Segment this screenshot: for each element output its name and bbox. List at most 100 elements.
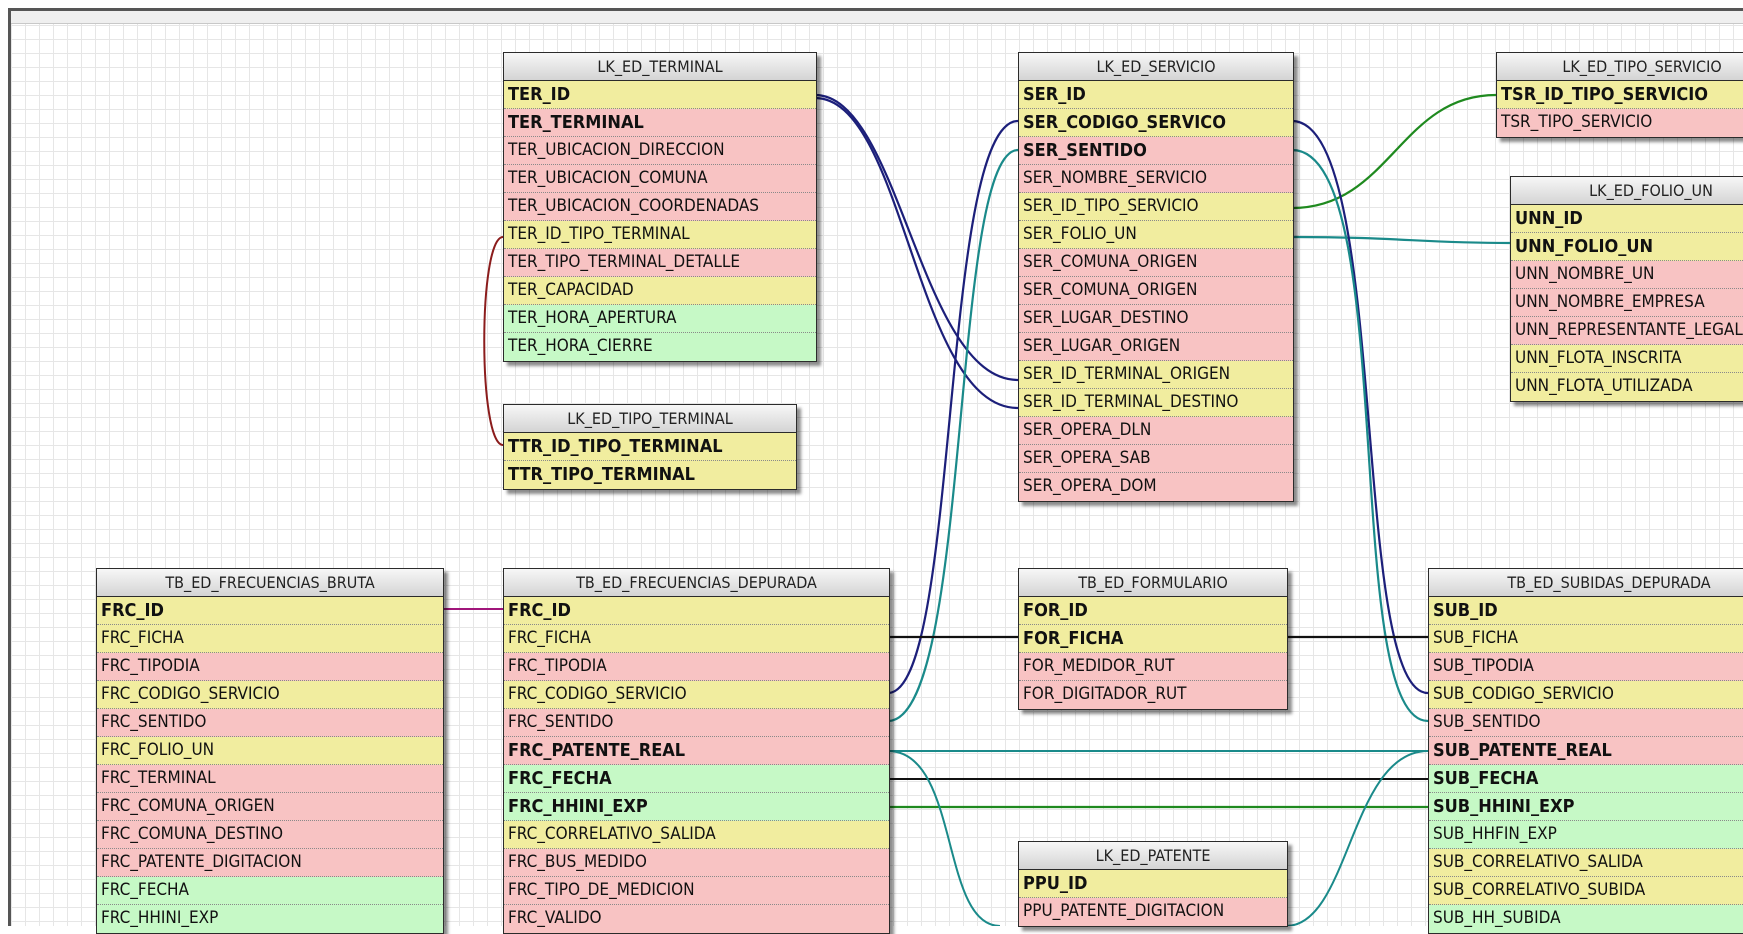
table-column[interactable]: TER_TERMINAL — [504, 109, 816, 137]
table-column[interactable]: FRC_FICHA — [504, 625, 889, 653]
table-column[interactable]: SUB_HH_SUBIDA — [1429, 905, 1743, 933]
table-column[interactable]: FRC_HHINI_EXP — [97, 905, 443, 933]
table-title[interactable]: LK_ED_TIPO_SERVICIO — [1497, 53, 1743, 81]
table-column[interactable]: TER_UBICACION_DIRECCION — [504, 137, 816, 165]
table-column[interactable]: SUB_CORRELATIVO_SALIDA — [1429, 849, 1743, 877]
table-column[interactable]: PPU_ID — [1019, 870, 1287, 898]
table-tb-ed-frecuencias-depurada[interactable]: TB_ED_FRECUENCIAS_DEPURADA FRC_ID FRC_FIC… — [503, 568, 890, 934]
table-column[interactable]: FRC_CODIGO_SERVICIO — [504, 681, 889, 709]
table-column[interactable]: SUB_CODIGO_SERVICIO — [1429, 681, 1743, 709]
table-title[interactable]: TB_ED_FRECUENCIAS_DEPURADA — [504, 569, 889, 597]
table-column[interactable]: TSR_ID_TIPO_SERVICIO — [1497, 81, 1743, 109]
table-column[interactable]: FRC_HHINI_EXP — [504, 793, 889, 821]
table-column[interactable]: FRC_BUS_MEDIDO — [504, 849, 889, 877]
table-column[interactable]: FRC_PATENTE_DIGITACION — [97, 849, 443, 877]
table-column[interactable]: UNN_FLOTA_UTILIZADA — [1511, 373, 1743, 401]
table-columns: SER_ID SER_CODIGO_SERVICO SER_SENTIDO SER_N… — [1019, 81, 1293, 501]
table-column[interactable]: TER_HORA_APERTURA — [504, 305, 816, 333]
table-title[interactable]: TB_ED_FORMULARIO — [1019, 569, 1287, 597]
table-column[interactable]: SUB_ID — [1429, 597, 1743, 625]
table-column[interactable]: SUB_PATENTE_REAL — [1429, 737, 1743, 765]
table-column[interactable]: SER_ID_TERMINAL_ORIGEN — [1019, 361, 1293, 389]
table-column[interactable]: SER_ID — [1019, 81, 1293, 109]
table-tb-ed-formulario[interactable]: TB_ED_FORMULARIO FOR_ID FOR_FICHA FOR_MEDI… — [1018, 568, 1288, 710]
table-column[interactable]: SER_ID_TERMINAL_DESTINO — [1019, 389, 1293, 417]
table-column[interactable]: TER_CAPACIDAD — [504, 277, 816, 305]
table-lk-ed-patente[interactable]: LK_ED_PATENTE PPU_ID PPU_PATENTE_DIGITACI… — [1018, 841, 1288, 927]
table-column[interactable]: UNN_FOLIO_UN — [1511, 233, 1743, 261]
table-column[interactable]: FRC_CODIGO_SERVICIO — [97, 681, 443, 709]
table-column[interactable]: UNN_NOMBRE_EMPRESA — [1511, 289, 1743, 317]
table-column[interactable]: FRC_ID — [504, 597, 889, 625]
table-column[interactable]: TER_HORA_CIERRE — [504, 333, 816, 361]
table-column[interactable]: SER_NOMBRE_SERVICIO — [1019, 165, 1293, 193]
table-column[interactable]: FRC_COMUNA_DESTINO — [97, 821, 443, 849]
table-lk-ed-tipo-servicio[interactable]: LK_ED_TIPO_SERVICIO TSR_ID_TIPO_SERVICIO… — [1496, 52, 1743, 138]
table-column[interactable]: TSR_TIPO_SERVICIO — [1497, 109, 1743, 137]
table-column[interactable]: FRC_TIPODIA — [504, 653, 889, 681]
table-column[interactable]: FRC_FECHA — [97, 877, 443, 905]
table-column[interactable]: SER_OPERA_SAB — [1019, 445, 1293, 473]
table-column[interactable]: FRC_SENTIDO — [504, 709, 889, 737]
table-column[interactable]: UNN_REPRESENTANTE_LEGAL — [1511, 317, 1743, 345]
table-title[interactable]: LK_ED_FOLIO_UN — [1511, 177, 1743, 205]
table-column[interactable]: SUB_FICHA — [1429, 625, 1743, 653]
table-column[interactable]: FRC_FOLIO_UN — [97, 737, 443, 765]
table-column[interactable]: SUB_HHINI_EXP — [1429, 793, 1743, 821]
table-column[interactable]: FOR_MEDIDOR_RUT — [1019, 653, 1287, 681]
table-column[interactable]: FOR_DIGITADOR_RUT — [1019, 681, 1287, 709]
table-column[interactable]: FRC_TIPODIA — [97, 653, 443, 681]
table-column[interactable]: FOR_ID — [1019, 597, 1287, 625]
table-column[interactable]: FRC_TIPO_DE_MEDICION — [504, 877, 889, 905]
table-column[interactable]: SUB_CORRELATIVO_SUBIDA — [1429, 877, 1743, 905]
table-column[interactable]: TTR_TIPO_TERMINAL — [504, 461, 796, 489]
table-column[interactable]: SUB_FECHA — [1429, 765, 1743, 793]
table-column[interactable]: SUB_TIPODIA — [1429, 653, 1743, 681]
table-column[interactable]: FRC_COMUNA_ORIGEN — [97, 793, 443, 821]
table-column[interactable]: SER_COMUNA_ORIGEN — [1019, 277, 1293, 305]
table-column[interactable]: SER_COMUNA_ORIGEN — [1019, 249, 1293, 277]
table-tb-ed-frecuencias-bruta[interactable]: TB_ED_FRECUENCIAS_BRUTA FRC_ID FRC_FICHA F… — [96, 568, 444, 934]
table-column[interactable]: FRC_FICHA — [97, 625, 443, 653]
table-column[interactable]: TER_UBICACION_COORDENADAS — [504, 193, 816, 221]
table-column[interactable]: TER_ID_TIPO_TERMINAL — [504, 221, 816, 249]
table-column[interactable]: SER_CODIGO_SERVICO — [1019, 109, 1293, 137]
table-column[interactable]: SUB_HHFIN_EXP — [1429, 821, 1743, 849]
table-column[interactable]: UNN_ID — [1511, 205, 1743, 233]
table-title[interactable]: LK_ED_SERVICIO — [1019, 53, 1293, 81]
table-title[interactable]: LK_ED_TIPO_TERMINAL — [504, 405, 796, 433]
table-lk-ed-servicio[interactable]: LK_ED_SERVICIO SER_ID SER_CODIGO_SERVICO S… — [1018, 52, 1294, 502]
table-column[interactable]: FRC_SENTIDO — [97, 709, 443, 737]
table-column[interactable]: FRC_ID — [97, 597, 443, 625]
table-lk-ed-terminal[interactable]: LK_ED_TERMINAL TER_ID TER_TERMINAL TER_UBI… — [503, 52, 817, 362]
table-column[interactable]: UNN_NOMBRE_UN — [1511, 261, 1743, 289]
table-column[interactable]: SER_OPERA_DOM — [1019, 473, 1293, 501]
table-column[interactable]: FRC_VALIDO — [504, 905, 889, 933]
table-title[interactable]: LK_ED_PATENTE — [1019, 842, 1287, 870]
table-column[interactable]: TTR_ID_TIPO_TERMINAL — [504, 433, 796, 461]
table-lk-ed-folio-un[interactable]: LK_ED_FOLIO_UN UNN_ID UNN_FOLIO_UN UNN_NOM… — [1510, 176, 1743, 402]
table-tb-ed-subidas-depurada[interactable]: TB_ED_SUBIDAS_DEPURADA SUB_ID SUB_FICHA SU… — [1428, 568, 1743, 934]
table-column[interactable]: SER_FOLIO_UN — [1019, 221, 1293, 249]
table-column[interactable]: TER_ID — [504, 81, 816, 109]
table-column[interactable]: SER_SENTIDO — [1019, 137, 1293, 165]
table-column[interactable]: FOR_FICHA — [1019, 625, 1287, 653]
table-column[interactable]: SER_LUGAR_DESTINO — [1019, 305, 1293, 333]
table-column[interactable]: SUB_SENTIDO — [1429, 709, 1743, 737]
table-lk-ed-tipo-terminal[interactable]: LK_ED_TIPO_TERMINAL TTR_ID_TIPO_TERMINAL… — [503, 404, 797, 490]
table-column[interactable]: PPU_PATENTE_DIGITACION — [1019, 898, 1287, 926]
table-column[interactable]: TER_UBICACION_COMUNA — [504, 165, 816, 193]
table-column[interactable]: FRC_CORRELATIVO_SALIDA — [504, 821, 889, 849]
table-title[interactable]: TB_ED_SUBIDAS_DEPURADA — [1429, 569, 1743, 597]
table-title[interactable]: LK_ED_TERMINAL — [504, 53, 816, 81]
table-column[interactable]: SER_ID_TIPO_SERVICIO — [1019, 193, 1293, 221]
table-column[interactable]: FRC_PATENTE_REAL — [504, 737, 889, 765]
table-column[interactable]: TER_TIPO_TERMINAL_DETALLE — [504, 249, 816, 277]
table-column[interactable]: UNN_FLOTA_INSCRITA — [1511, 345, 1743, 373]
table-title[interactable]: TB_ED_FRECUENCIAS_BRUTA — [97, 569, 443, 597]
canvas-top-ruler — [11, 11, 1743, 24]
table-column[interactable]: SER_LUGAR_ORIGEN — [1019, 333, 1293, 361]
table-column[interactable]: FRC_TERMINAL — [97, 765, 443, 793]
table-column[interactable]: FRC_FECHA — [504, 765, 889, 793]
table-column[interactable]: SER_OPERA_DLN — [1019, 417, 1293, 445]
